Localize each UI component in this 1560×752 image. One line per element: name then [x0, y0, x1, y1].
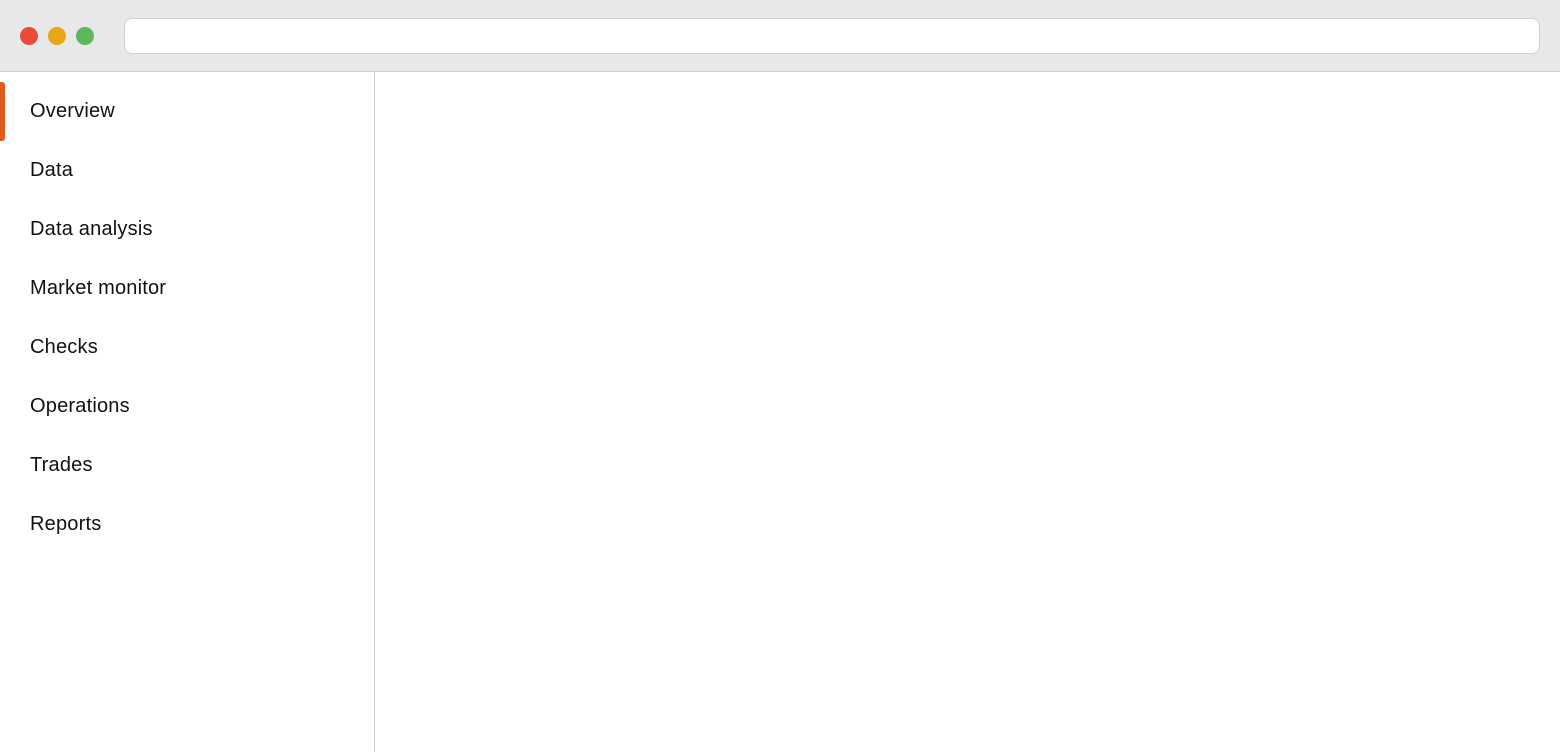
main-panel — [375, 72, 1560, 752]
sidebar-item-label: Overview — [30, 100, 115, 123]
sidebar-item-overview[interactable]: Overview — [0, 82, 374, 141]
minimize-button[interactable] — [48, 27, 66, 45]
sidebar-item-label: Checks — [30, 336, 98, 359]
sidebar-item-data[interactable]: Data — [0, 141, 374, 200]
sidebar-item-label: Data — [30, 159, 73, 182]
sidebar-item-trades[interactable]: Trades — [0, 436, 374, 495]
close-button[interactable] — [20, 27, 38, 45]
sidebar: Overview Data Data analysis Market monit… — [0, 72, 375, 752]
sidebar-item-market-monitor[interactable]: Market monitor — [0, 259, 374, 318]
address-bar[interactable] — [124, 18, 1540, 54]
sidebar-item-label: Reports — [30, 513, 101, 536]
sidebar-item-label: Operations — [30, 395, 130, 418]
sidebar-item-label: Data analysis — [30, 218, 153, 241]
sidebar-item-label: Market monitor — [30, 277, 166, 300]
sidebar-item-label: Trades — [30, 454, 93, 477]
sidebar-item-operations[interactable]: Operations — [0, 377, 374, 436]
titlebar — [0, 0, 1560, 72]
sidebar-item-reports[interactable]: Reports — [0, 495, 374, 554]
browser-content: Overview Data Data analysis Market monit… — [0, 72, 1560, 752]
maximize-button[interactable] — [76, 27, 94, 45]
sidebar-item-checks[interactable]: Checks — [0, 318, 374, 377]
sidebar-item-data-analysis[interactable]: Data analysis — [0, 200, 374, 259]
